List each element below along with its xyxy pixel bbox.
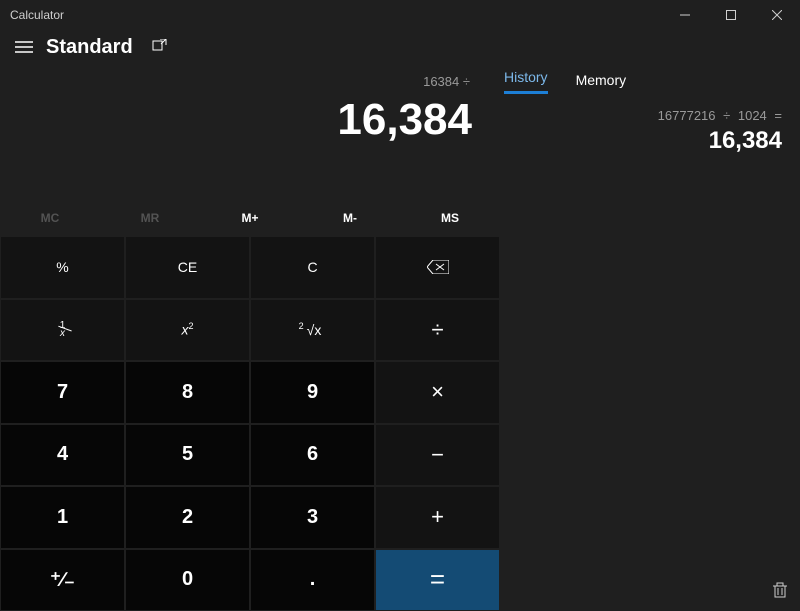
equals-button[interactable]: = [376,550,499,611]
percent-button[interactable]: % [1,237,124,298]
digit-0-button[interactable]: 0 [126,550,249,611]
expression-display: 16384 ÷ [0,74,500,94]
close-button[interactable] [754,0,800,30]
keep-on-top-button[interactable] [139,30,179,64]
add-button[interactable]: + [376,487,499,548]
trash-icon [772,582,788,598]
digit-8-button[interactable]: 8 [126,362,249,423]
mode-title: Standard [46,36,133,59]
keep-on-top-icon [151,39,167,55]
square-root-icon: 2√x [304,322,322,338]
backspace-button[interactable] [376,237,499,298]
tab-history[interactable]: History [504,69,548,94]
square-root-button[interactable]: 2√x [251,300,374,361]
reciprocal-icon: 1x [60,322,66,338]
memory-recall-button: MR [100,200,200,236]
hamburger-icon [15,41,33,53]
memory-store-button[interactable]: MS [400,200,500,236]
memory-clear-button: MC [0,200,100,236]
clear-history-button[interactable] [772,582,788,603]
window-title: Calculator [0,8,662,22]
digit-5-button[interactable]: 5 [126,425,249,486]
tab-memory[interactable]: Memory [576,72,627,94]
memory-subtract-button[interactable]: M- [300,200,400,236]
digit-3-button[interactable]: 3 [251,487,374,548]
clear-button[interactable]: C [251,237,374,298]
digit-1-button[interactable]: 1 [1,487,124,548]
menu-button[interactable] [4,30,44,64]
divide-button[interactable]: ÷ [376,300,499,361]
history-result: 16,384 [518,127,782,155]
digit-7-button[interactable]: 7 [1,362,124,423]
maximize-button[interactable] [708,0,754,30]
backspace-icon [427,260,449,274]
multiply-button[interactable]: × [376,362,499,423]
digit-6-button[interactable]: 6 [251,425,374,486]
subtract-button[interactable]: − [376,425,499,486]
reciprocal-button[interactable]: 1x [1,300,124,361]
history-item[interactable]: 16777216 ÷ 1024 = 16,384 [500,94,800,161]
negate-button[interactable]: ⁺∕₋ [1,550,124,611]
history-expression: 16777216 ÷ 1024 = [518,108,782,123]
square-button[interactable]: x2 [126,300,249,361]
digit-4-button[interactable]: 4 [1,425,124,486]
square-icon: x2 [181,321,193,338]
digit-2-button[interactable]: 2 [126,487,249,548]
decimal-button[interactable]: . [251,550,374,611]
clear-entry-button[interactable]: CE [126,237,249,298]
result-display: 16,384 [0,94,500,156]
memory-add-button[interactable]: M+ [200,200,300,236]
minimize-button[interactable] [662,0,708,30]
digit-9-button[interactable]: 9 [251,362,374,423]
